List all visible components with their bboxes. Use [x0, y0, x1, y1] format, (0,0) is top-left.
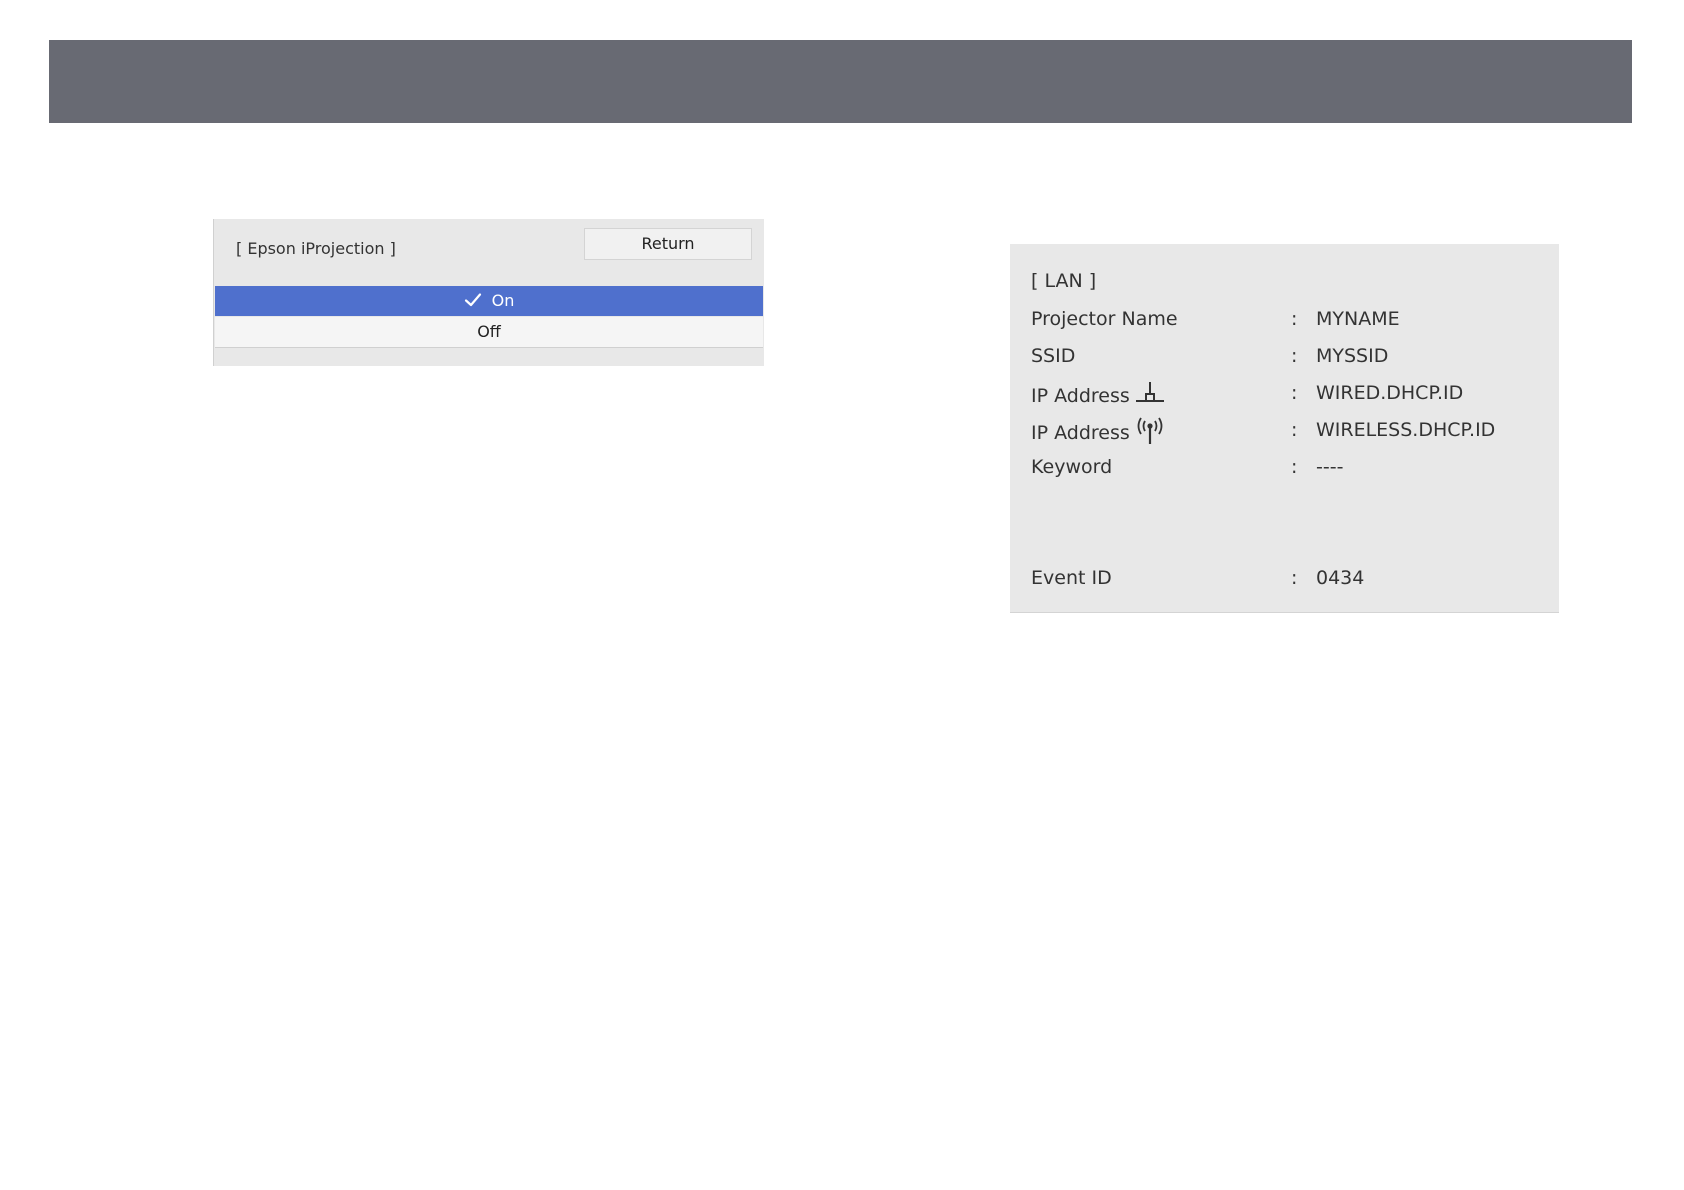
epson-iprojection-menu: [ Epson iProjection ] Return On Off [213, 219, 764, 366]
info-label: Event ID [1031, 567, 1112, 589]
info-value: MYSSID [1316, 345, 1389, 367]
info-row-ip-wireless: IP Address : WIRELESS.DHCP.ID [1031, 417, 1551, 446]
option-on[interactable]: On [215, 286, 763, 316]
info-row-event-id: Event ID : 0434 [1031, 565, 1551, 591]
info-value: ---- [1316, 456, 1344, 478]
info-separator: : [1291, 419, 1298, 441]
info-label: IP Address [1031, 422, 1130, 444]
info-label: Projector Name [1031, 308, 1178, 330]
info-value: WIRELESS.DHCP.ID [1316, 419, 1496, 441]
wireless-antenna-icon [1137, 417, 1163, 444]
info-separator: : [1291, 456, 1298, 478]
info-row-keyword: Keyword : ---- [1031, 454, 1551, 480]
lan-info-panel: [ LAN ] Projector Name : MYNAME SSID : M… [1010, 244, 1559, 613]
return-button[interactable]: Return [584, 228, 752, 260]
info-value: WIRED.DHCP.ID [1316, 382, 1464, 404]
option-off[interactable]: Off [215, 317, 763, 348]
info-separator: : [1291, 308, 1298, 330]
info-row-projector-name: Projector Name : MYNAME [1031, 306, 1551, 332]
info-separator: : [1291, 345, 1298, 367]
info-separator: : [1291, 382, 1298, 404]
info-label-with-icon: IP Address [1031, 380, 1166, 409]
info-label: SSID [1031, 345, 1076, 367]
info-label-with-icon: IP Address [1031, 417, 1166, 446]
menu-title: [ Epson iProjection ] [236, 239, 396, 258]
lan-heading: [ LAN ] [1031, 270, 1097, 292]
info-separator: : [1291, 567, 1298, 589]
info-row-ip-wired: IP Address : WIRED.DHCP.ID [1031, 380, 1551, 409]
info-row-ssid: SSID : MYSSID [1031, 343, 1551, 369]
wired-lan-icon [1135, 382, 1164, 402]
option-on-label: On [491, 291, 515, 310]
info-label: IP Address [1031, 385, 1130, 407]
header-band [49, 40, 1632, 123]
info-value: MYNAME [1316, 308, 1400, 330]
checkmark-icon [464, 293, 481, 307]
info-label: Keyword [1031, 456, 1113, 478]
option-off-label: Off [477, 322, 501, 341]
info-value: 0434 [1316, 567, 1365, 589]
